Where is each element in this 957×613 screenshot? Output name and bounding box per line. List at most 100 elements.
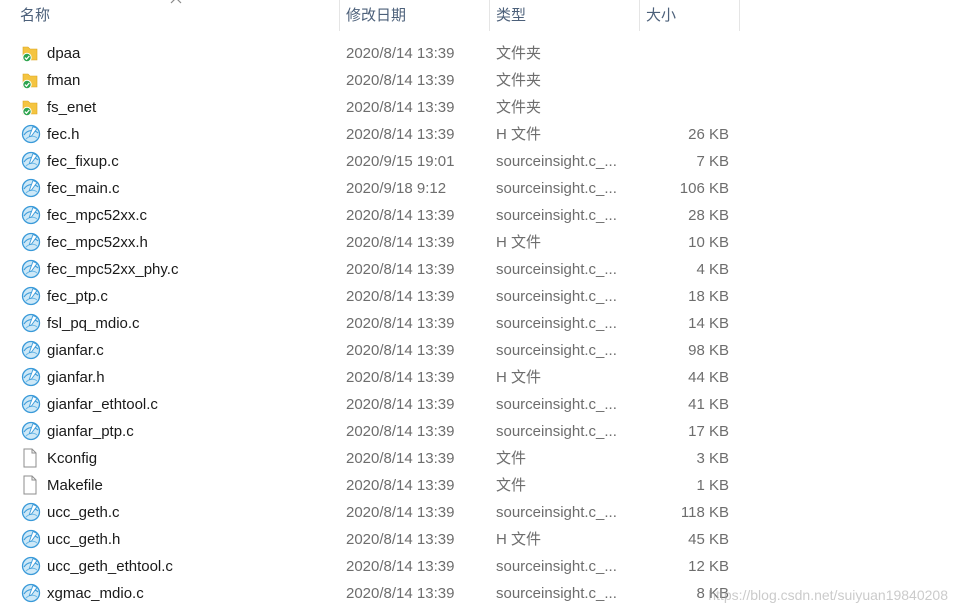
file-row[interactable]: fec_main.c 2020/9/18 9:12 sourceinsight.c_… [0, 175, 957, 202]
file-size: 41 KB [688, 396, 729, 413]
column-header-type[interactable]: 类型 [489, 0, 639, 31]
file-type: sourceinsight.c_... [496, 288, 617, 305]
file-name: fec_main.c [47, 180, 120, 197]
column-header-name[interactable]: 名称 [0, 0, 339, 31]
file-type: sourceinsight.c_... [496, 315, 617, 332]
file-size: 3 KB [696, 450, 729, 467]
file-row[interactable]: fman 2020/8/14 13:39 文件夹 [0, 67, 957, 94]
file-type: sourceinsight.c_... [496, 342, 617, 359]
column-header-date[interactable]: 修改日期 [339, 0, 489, 31]
file-type: sourceinsight.c_... [496, 261, 617, 278]
file-size: 44 KB [688, 369, 729, 386]
file-size: 10 KB [688, 234, 729, 251]
file-type: 文件 [496, 450, 527, 467]
file-type: 文件夹 [496, 99, 542, 116]
source-file-icon [21, 391, 43, 418]
source-file-icon [21, 256, 43, 283]
blank-file-icon [21, 472, 43, 499]
file-size: 106 KB [679, 180, 729, 197]
file-size: 26 KB [688, 126, 729, 143]
file-modified-date: 2020/8/14 13:39 [346, 261, 455, 278]
folder-synced-icon [21, 40, 43, 67]
file-row[interactable]: fs_enet 2020/8/14 13:39 文件夹 [0, 94, 957, 121]
file-name: xgmac_mdio.c [47, 585, 144, 602]
source-file-icon [21, 175, 43, 202]
file-modified-date: 2020/8/14 13:39 [346, 288, 455, 305]
file-name: fman [47, 72, 81, 89]
file-row[interactable]: ucc_geth.c 2020/8/14 13:39 sourceinsight.c… [0, 499, 957, 526]
file-name: fec_fixup.c [47, 153, 119, 170]
file-modified-date: 2020/8/14 13:39 [346, 369, 455, 386]
file-modified-date: 2020/9/18 9:12 [346, 180, 447, 197]
file-row[interactable]: ucc_geth_ethtool.c 2020/8/14 13:39 sourcei… [0, 553, 957, 580]
file-name: gianfar.c [47, 342, 104, 359]
file-modified-date: 2020/8/14 13:39 [346, 585, 455, 602]
file-row[interactable]: gianfar_ethtool.c 2020/8/14 13:39 sourcein… [0, 391, 957, 418]
watermark-text: https://blog.csdn.net/suiyuan19840208 [708, 587, 948, 603]
file-size [646, 40, 729, 67]
file-name: fec_mpc52xx.h [47, 234, 148, 251]
file-row[interactable]: dpaa 2020/8/14 13:39 文件夹 [0, 40, 957, 67]
file-size: 18 KB [688, 288, 729, 305]
file-row[interactable]: Kconfig 2020/8/14 13:39 文件 3 KB [0, 445, 957, 472]
file-row[interactable]: fec.h 2020/8/14 13:39 H 文件 26 KB [0, 121, 957, 148]
source-file-icon [21, 526, 43, 553]
file-row[interactable]: fec_fixup.c 2020/9/15 19:01 sourceinsight.… [0, 148, 957, 175]
file-type: 文件 [496, 477, 527, 494]
file-type: sourceinsight.c_... [496, 423, 617, 440]
file-modified-date: 2020/8/14 13:39 [346, 45, 455, 62]
file-size: 1 KB [696, 477, 729, 494]
blank-file-icon [21, 445, 43, 472]
column-header-size[interactable]: 大小 [639, 0, 739, 31]
source-file-icon [21, 364, 43, 391]
file-size: 12 KB [688, 558, 729, 575]
file-modified-date: 2020/8/14 13:39 [346, 234, 455, 251]
folder-synced-icon [21, 94, 43, 121]
file-size: 14 KB [688, 315, 729, 332]
file-type: sourceinsight.c_... [496, 585, 617, 602]
file-type: sourceinsight.c_... [496, 180, 617, 197]
source-file-icon [21, 310, 43, 337]
file-name: fec_ptp.c [47, 288, 108, 305]
file-row[interactable]: Makefile 2020/8/14 13:39 文件 1 KB [0, 472, 957, 499]
file-name: gianfar_ptp.c [47, 423, 134, 440]
file-name: Makefile [47, 477, 103, 494]
file-modified-date: 2020/8/14 13:39 [346, 315, 455, 332]
column-header-bar: 名称 修改日期 类型 大小 [0, 0, 957, 31]
file-name: fec_mpc52xx.c [47, 207, 148, 224]
file-size [646, 94, 729, 121]
file-modified-date: 2020/8/14 13:39 [346, 207, 455, 224]
file-name: fs_enet [47, 99, 97, 116]
source-file-icon [21, 418, 43, 445]
file-row[interactable]: fec_mpc52xx_phy.c 2020/8/14 13:39 sourcein… [0, 256, 957, 283]
file-name: ucc_geth_ethtool.c [47, 558, 173, 575]
file-modified-date: 2020/8/14 13:39 [346, 477, 455, 494]
source-file-icon [21, 229, 43, 256]
file-modified-date: 2020/8/14 13:39 [346, 396, 455, 413]
file-row[interactable]: fec_mpc52xx.h 2020/8/14 13:39 H 文件 10 KB [0, 229, 957, 256]
file-row[interactable]: gianfar_ptp.c 2020/8/14 13:39 sourceinsigh… [0, 418, 957, 445]
file-name: ucc_geth.h [47, 531, 121, 548]
file-modified-date: 2020/8/14 13:39 [346, 531, 455, 548]
file-list: dpaa 2020/8/14 13:39 文件夹 fman 2020/8/14 13:… [0, 40, 957, 607]
file-row[interactable]: ucc_geth.h 2020/8/14 13:39 H 文件 45 KB [0, 526, 957, 553]
file-name: Kconfig [47, 450, 98, 467]
file-size: 7 KB [696, 153, 729, 170]
file-name: gianfar.h [47, 369, 105, 386]
column-divider[interactable] [739, 0, 740, 31]
file-type: sourceinsight.c_... [496, 504, 617, 521]
file-size: 118 KB [680, 504, 729, 521]
file-row[interactable]: gianfar.c 2020/8/14 13:39 sourceinsight.c_… [0, 337, 957, 364]
file-row[interactable]: fec_mpc52xx.c 2020/8/14 13:39 sourceinsigh… [0, 202, 957, 229]
file-type: H 文件 [496, 369, 542, 386]
source-file-icon [21, 202, 43, 229]
file-row[interactable]: fec_ptp.c 2020/8/14 13:39 sourceinsight.c_… [0, 283, 957, 310]
file-row[interactable]: fsl_pq_mdio.c 2020/8/14 13:39 sourceinsigh… [0, 310, 957, 337]
file-modified-date: 2020/8/14 13:39 [346, 99, 455, 116]
file-row[interactable]: gianfar.h 2020/8/14 13:39 H 文件 44 KB [0, 364, 957, 391]
file-modified-date: 2020/8/14 13:39 [346, 423, 455, 440]
file-modified-date: 2020/8/14 13:39 [346, 558, 455, 575]
file-name: fsl_pq_mdio.c [47, 315, 140, 332]
file-size: 45 KB [688, 531, 729, 548]
source-file-icon [21, 337, 43, 364]
